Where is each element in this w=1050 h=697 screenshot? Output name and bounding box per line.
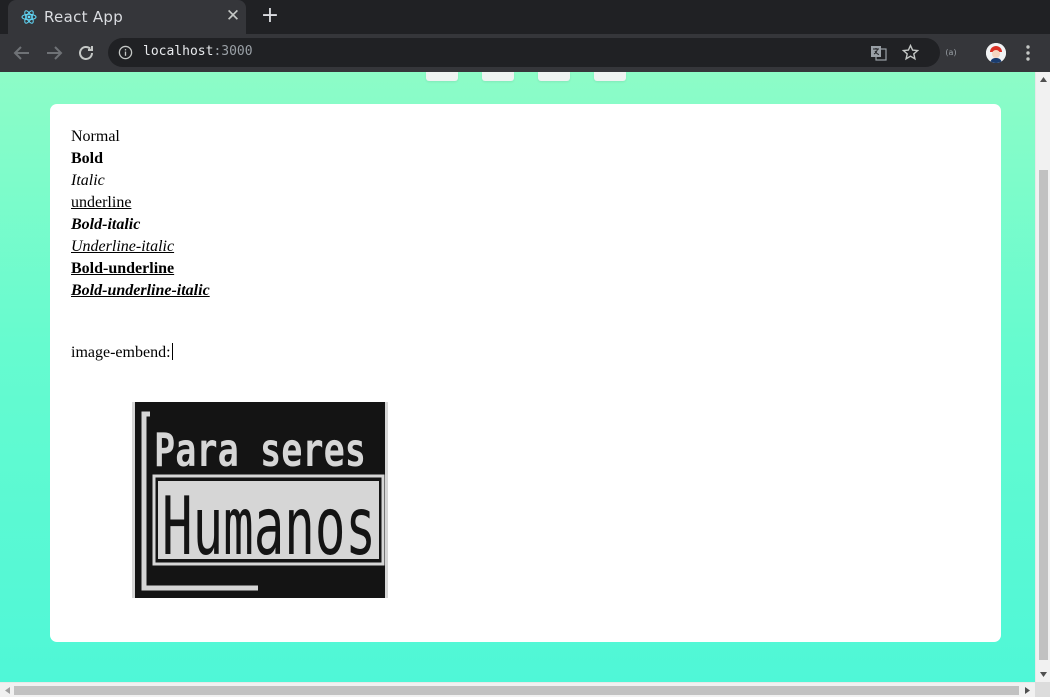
star-icon[interactable] (902, 44, 919, 61)
vertical-scroll-thumb[interactable] (1039, 170, 1048, 660)
vertical-scrollbar[interactable] (1035, 72, 1050, 682)
address-bar[interactable]: localhost:3000 (108, 38, 940, 67)
text-underline: underline (71, 194, 132, 211)
text-bold-underline-line: Bold-underline (71, 258, 210, 280)
scroll-right-arrow-icon[interactable] (1023, 686, 1032, 695)
tab-strip: React App ✕ + (0, 0, 1050, 34)
profile-picture-icon (986, 43, 1006, 63)
translate-icon[interactable] (870, 44, 887, 61)
rich-text-editor[interactable]: Normal Bold Italic underline Bold-italic… (71, 126, 388, 598)
info-icon[interactable] (118, 45, 133, 60)
page-viewport: Normal Bold Italic underline Bold-italic… (0, 72, 1035, 682)
avatar[interactable] (986, 43, 1006, 63)
text-bold-underline-italic: Bold-underline-italic (71, 282, 210, 299)
scrollbar-corner (1035, 682, 1050, 697)
text-bold-italic: Bold-italic (71, 216, 141, 233)
embedded-image-line1: Para seres (154, 423, 366, 477)
text-caret (171, 343, 173, 360)
embedded-image[interactable]: Para seres Humanos (132, 402, 388, 598)
text-bold-underline: Bold-underline (71, 260, 175, 277)
scroll-down-arrow-icon[interactable] (1039, 670, 1048, 679)
embedded-image-line2: Humanos (162, 480, 376, 573)
url-text: localhost:3000 (143, 44, 253, 59)
tab-title: React App (44, 8, 124, 26)
toolbar-button-3[interactable] (538, 72, 570, 81)
toolbar-button-2[interactable] (482, 72, 514, 81)
toolbar-button-1[interactable] (426, 72, 458, 81)
image-embed-label-line: image-embend: (71, 342, 173, 364)
toolbar-button-4[interactable] (594, 72, 626, 81)
text-italic: Italic (71, 172, 105, 189)
back-arrow-icon[interactable] (10, 41, 34, 65)
url-host: localhost (143, 44, 214, 59)
editor-card: Normal Bold Italic underline Bold-italic… (50, 104, 1001, 642)
kebab-menu-icon[interactable] (1020, 43, 1036, 63)
horizontal-scrollbar[interactable] (0, 682, 1035, 697)
new-tab-button[interactable]: + (258, 5, 282, 29)
text-underline-line: underline (71, 192, 210, 214)
react-logo-icon (21, 10, 37, 24)
scroll-up-arrow-icon[interactable] (1039, 75, 1048, 84)
text-bold-underline-italic-line: Bold-underline-italic (71, 280, 210, 302)
scroll-left-arrow-icon[interactable] (3, 686, 12, 695)
text-bold: Bold (71, 150, 104, 167)
close-icon[interactable]: ✕ (224, 6, 242, 26)
image-embed-label: image-embend: (71, 344, 171, 361)
text-normal: Normal (71, 128, 120, 145)
browser-tab[interactable]: React App ✕ (8, 0, 246, 34)
text-underline-italic: Underline-italic (71, 238, 175, 255)
forward-arrow-icon[interactable] (42, 41, 66, 65)
reload-icon[interactable] (74, 41, 98, 65)
horizontal-scroll-thumb[interactable] (14, 686, 1019, 695)
url-port: :3000 (213, 44, 253, 59)
text-underline-italic-line: Underline-italic (71, 236, 210, 258)
browser-toolbar: localhost:3000 (a) (0, 34, 1050, 72)
extension-icon[interactable]: (a) (944, 47, 958, 59)
